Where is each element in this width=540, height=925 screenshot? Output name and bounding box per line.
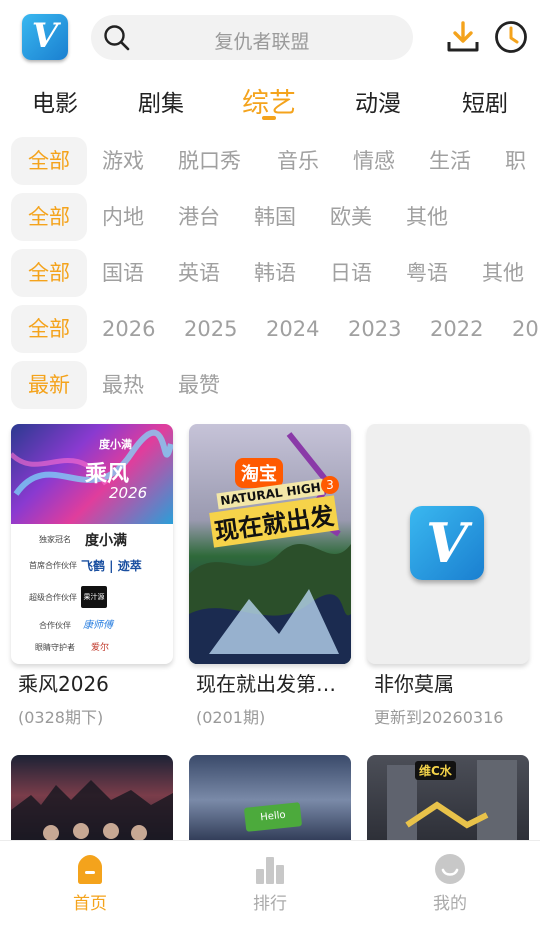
video-card[interactable] [11,755,173,845]
filter-chip-selected[interactable]: 全部 [11,249,87,297]
placeholder-logo-letter: V [426,511,468,575]
filter-chip[interactable]: 游戏 [102,137,144,185]
app-logo[interactable]: V [22,14,68,60]
tab-anime[interactable]: 动漫 [355,84,401,118]
filter-chip-selected[interactable]: 全部 [11,193,87,241]
filter-chip[interactable]: 生活 [429,137,471,185]
filter-chip[interactable]: 脱口秀 [178,137,241,185]
filter-chip[interactable]: 最赞 [178,361,220,409]
sponsor-brand: 飞鹤 | 迹萃 [81,559,142,573]
sponsor-label: 首席合作伙伴 [29,561,77,570]
nav-label: 首页 [73,894,107,914]
home-icon [78,855,102,884]
video-title[interactable]: 乘风2026 [18,668,109,697]
filter-chip[interactable]: 20 [512,305,539,353]
video-card[interactable]: V 非你莫属 更新到20260316 [367,424,529,727]
poster-badge: 维C水 [415,761,456,780]
tab-movie[interactable]: 电影 [32,84,78,118]
nav-home[interactable]: 首页 [30,841,150,925]
active-tab-indicator [262,116,276,120]
video-update-info: (0201期) [196,708,266,727]
search-placeholder: 复仇者联盟 [214,31,310,53]
sponsor-label: 独家冠名 [39,535,71,544]
filter-row-language: 全部 国语 英语 韩语 日语 粤语 其他 [0,249,540,297]
filter-chip[interactable]: 音乐 [277,137,319,185]
poster-blue-stage: Hello [243,802,303,832]
poster-badge: 度小满 [99,438,132,451]
logo-letter: V [31,16,59,56]
filter-chip[interactable]: 其他 [482,249,524,297]
filter-chip[interactable]: 2024 [266,305,319,353]
video-card[interactable]: 维C水 [367,755,529,845]
filter-chip[interactable]: 2025 [184,305,237,353]
filter-row-year: 全部 2026 2025 2024 2023 2022 20 [0,305,540,353]
video-card[interactable]: Hello [189,755,351,845]
sponsor-label: 超级合作伙伴 [29,593,77,602]
filter-chip[interactable]: 内地 [102,193,144,241]
sponsor-brand: 度小满 [85,533,127,549]
poster-season: 3 [321,476,339,494]
nav-label: 排行 [253,894,287,914]
sponsor-row: 首席合作伙伴 飞鹤 | 迹萃 [11,556,173,576]
filter-chip[interactable]: 2022 [430,305,483,353]
filter-chip[interactable]: 2023 [348,305,401,353]
sponsor-row: 眼睛守护者 爱尔 [11,638,173,658]
filter-chip[interactable]: 韩语 [254,249,296,297]
tab-series[interactable]: 剧集 [138,84,184,118]
placeholder-logo: V [410,506,484,580]
tab-short-drama[interactable]: 短剧 [462,84,508,118]
video-title[interactable]: 现在就出发第… [196,668,336,697]
filter-chip[interactable]: 英语 [178,249,220,297]
sponsor-label: 合作伙伴 [39,621,71,630]
nav-profile[interactable]: 我的 [390,841,510,925]
filter-chip[interactable]: 情感 [353,137,395,185]
video-update-info: (0328期下) [18,708,104,727]
history-clock-icon[interactable] [494,20,528,54]
filter-chip[interactable]: 粤语 [406,249,448,297]
bottom-navigation: 首页 排行 我的 [0,840,540,925]
filter-row-genre: 全部 游戏 脱口秀 音乐 情感 生活 职 [0,137,540,185]
video-card[interactable]: 淘宝 NATURAL HIGH 现在就出发 3 现在就出发第… (0201期) [189,424,351,727]
sponsor-row: 超级合作伙伴 果汁源 [11,584,173,610]
video-poster[interactable]: V [367,424,529,664]
filter-chip[interactable]: 最热 [102,361,144,409]
filter-chip[interactable]: 日语 [330,249,372,297]
sponsor-brand: 果汁源 [81,586,107,608]
smiley-icon [435,854,465,884]
filter-chip-selected[interactable]: 最新 [11,361,87,409]
filter-chip[interactable]: 港台 [178,193,220,241]
sponsor-label: 眼睛守护者 [35,643,75,652]
tab-variety[interactable]: 综艺 [242,81,296,120]
filter-row-sort: 最新 最热 最赞 [0,361,540,409]
filter-chip[interactable]: 其他 [406,193,448,241]
bar-chart-icon [256,857,284,884]
sponsor-row: 合作伙伴 康师傅 [11,616,173,636]
search-bar[interactable]: 复仇者联盟 [91,15,413,60]
filter-chip[interactable]: 职 [505,137,526,185]
poster-tag: 淘宝 [235,458,283,488]
download-icon[interactable] [446,20,480,54]
poster-dark-city [11,780,173,845]
sponsor-row: 独家冠名 度小满 [11,528,173,552]
sponsor-brand: 爱尔 [91,643,110,653]
poster-text: Hello [259,809,287,824]
video-poster[interactable]: 度小满 乘风 2026 独家冠名 度小满 首席合作伙伴 飞鹤 | 迹萃 超级合作… [11,424,173,664]
poster-year: 2026 [109,484,148,502]
video-title[interactable]: 非你莫属 [374,668,454,697]
filter-chip-selected[interactable]: 全部 [11,305,87,353]
nav-label: 我的 [433,894,467,914]
video-card[interactable]: 度小满 乘风 2026 独家冠名 度小满 首席合作伙伴 飞鹤 | 迹萃 超级合作… [11,424,173,727]
filter-chip[interactable]: 国语 [102,249,144,297]
filter-chip[interactable]: 2026 [102,305,155,353]
sponsor-brand: 康师傅 [83,620,113,631]
app-header: V 复仇者联盟 [0,0,540,76]
filter-chip[interactable]: 韩国 [254,193,296,241]
filter-row-region: 全部 内地 港台 韩国 欧美 其他 [0,193,540,241]
video-update-info: 更新到20260316 [374,708,504,727]
filter-chip[interactable]: 欧美 [330,193,372,241]
filter-chip-selected[interactable]: 全部 [11,137,87,185]
nav-ranking[interactable]: 排行 [210,841,330,925]
video-poster[interactable]: 淘宝 NATURAL HIGH 现在就出发 3 [189,424,351,664]
